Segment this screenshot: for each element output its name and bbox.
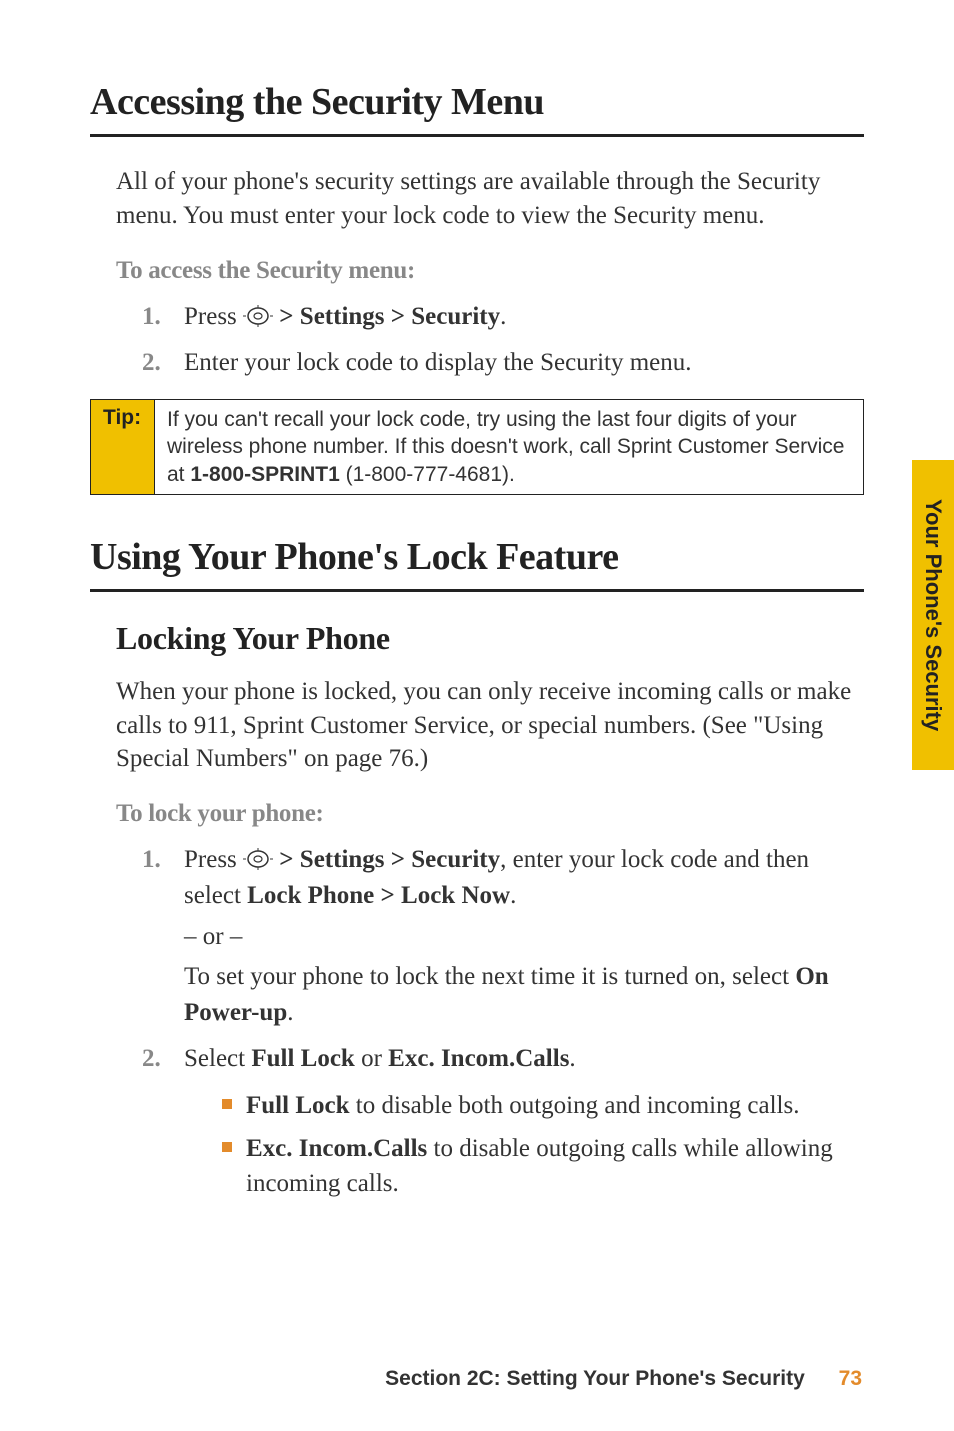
section-side-tab: Your Phone's Security — [912, 460, 954, 770]
bullet-text: to disable both outgoing and incoming ca… — [350, 1092, 800, 1119]
bullet-square-icon — [222, 1099, 232, 1109]
step-text: . — [569, 1045, 575, 1072]
tip-text-segment: (1-800-777-4681). — [340, 463, 515, 486]
lock-step-1: 1. Press > Settings > Security, enter yo… — [142, 842, 864, 1031]
to-lock-subhead: To lock your phone: — [116, 800, 864, 828]
tip-label: Tip: — [91, 400, 155, 494]
step-text: Press — [184, 303, 243, 330]
page-number: 73 — [839, 1367, 862, 1390]
section-heading-using-lock: Using Your Phone's Lock Feature — [90, 535, 864, 592]
section-heading-accessing: Accessing the Security Menu — [90, 80, 864, 137]
side-tab-label: Your Phone's Security — [920, 499, 946, 731]
step-number: 1. — [142, 842, 184, 878]
step-bold: > Settings > Security — [273, 846, 500, 873]
to-access-subhead: To access the Security menu: — [116, 257, 864, 285]
step-text: or — [355, 1045, 388, 1072]
nav-key-icon — [243, 304, 273, 328]
access-step-2: 2. Enter your lock code to display the S… — [142, 345, 864, 381]
lock-step-2: 2. Select Full Lock or Exc. Incom.Calls.… — [142, 1041, 864, 1208]
option-full-lock: Full Lock to disable both outgoing and i… — [222, 1088, 864, 1123]
tip-body: If you can't recall your lock code, try … — [155, 400, 863, 494]
step-text: Press — [184, 846, 243, 873]
step-number: 2. — [142, 345, 184, 381]
step-text: . — [500, 303, 506, 330]
step-text: Select — [184, 1045, 251, 1072]
page-footer: Section 2C: Setting Your Phone's Securit… — [385, 1367, 862, 1391]
intro-text-1: All of your phone's security settings ar… — [116, 165, 864, 233]
bullet-bold: Exc. Incom.Calls — [246, 1135, 427, 1162]
subsection-locking-phone: Locking Your Phone — [116, 620, 864, 657]
access-step-1: 1. Press > Settings > Security. — [142, 299, 864, 335]
or-separator: – or – — [184, 919, 864, 955]
step-bold: Full Lock — [251, 1045, 355, 1072]
nav-key-icon — [243, 847, 273, 871]
bullet-bold: Full Lock — [246, 1092, 350, 1119]
tip-callout: Tip: If you can't recall your lock code,… — [90, 399, 864, 495]
bullet-square-icon — [222, 1142, 232, 1152]
step-text: . — [510, 882, 516, 909]
option-exc-incom: Exc. Incom.Calls to disable outgoing cal… — [222, 1131, 864, 1201]
step-text: . — [287, 999, 293, 1026]
step-bold: > Settings > Security — [273, 303, 500, 330]
footer-section: Section 2C: Setting Your Phone's Securit… — [385, 1367, 805, 1390]
step-bold: Exc. Incom.Calls — [388, 1045, 569, 1072]
tip-phone-bold: 1-800-SPRINT1 — [190, 463, 339, 486]
step-text: To set your phone to lock the next time … — [184, 963, 795, 990]
intro-text-2: When your phone is locked, you can only … — [116, 675, 864, 776]
step-bold: Lock Phone > Lock Now — [247, 882, 510, 909]
step-text: Enter your lock code to display the Secu… — [184, 345, 864, 381]
step-number: 2. — [142, 1041, 184, 1077]
step-number: 1. — [142, 299, 184, 335]
